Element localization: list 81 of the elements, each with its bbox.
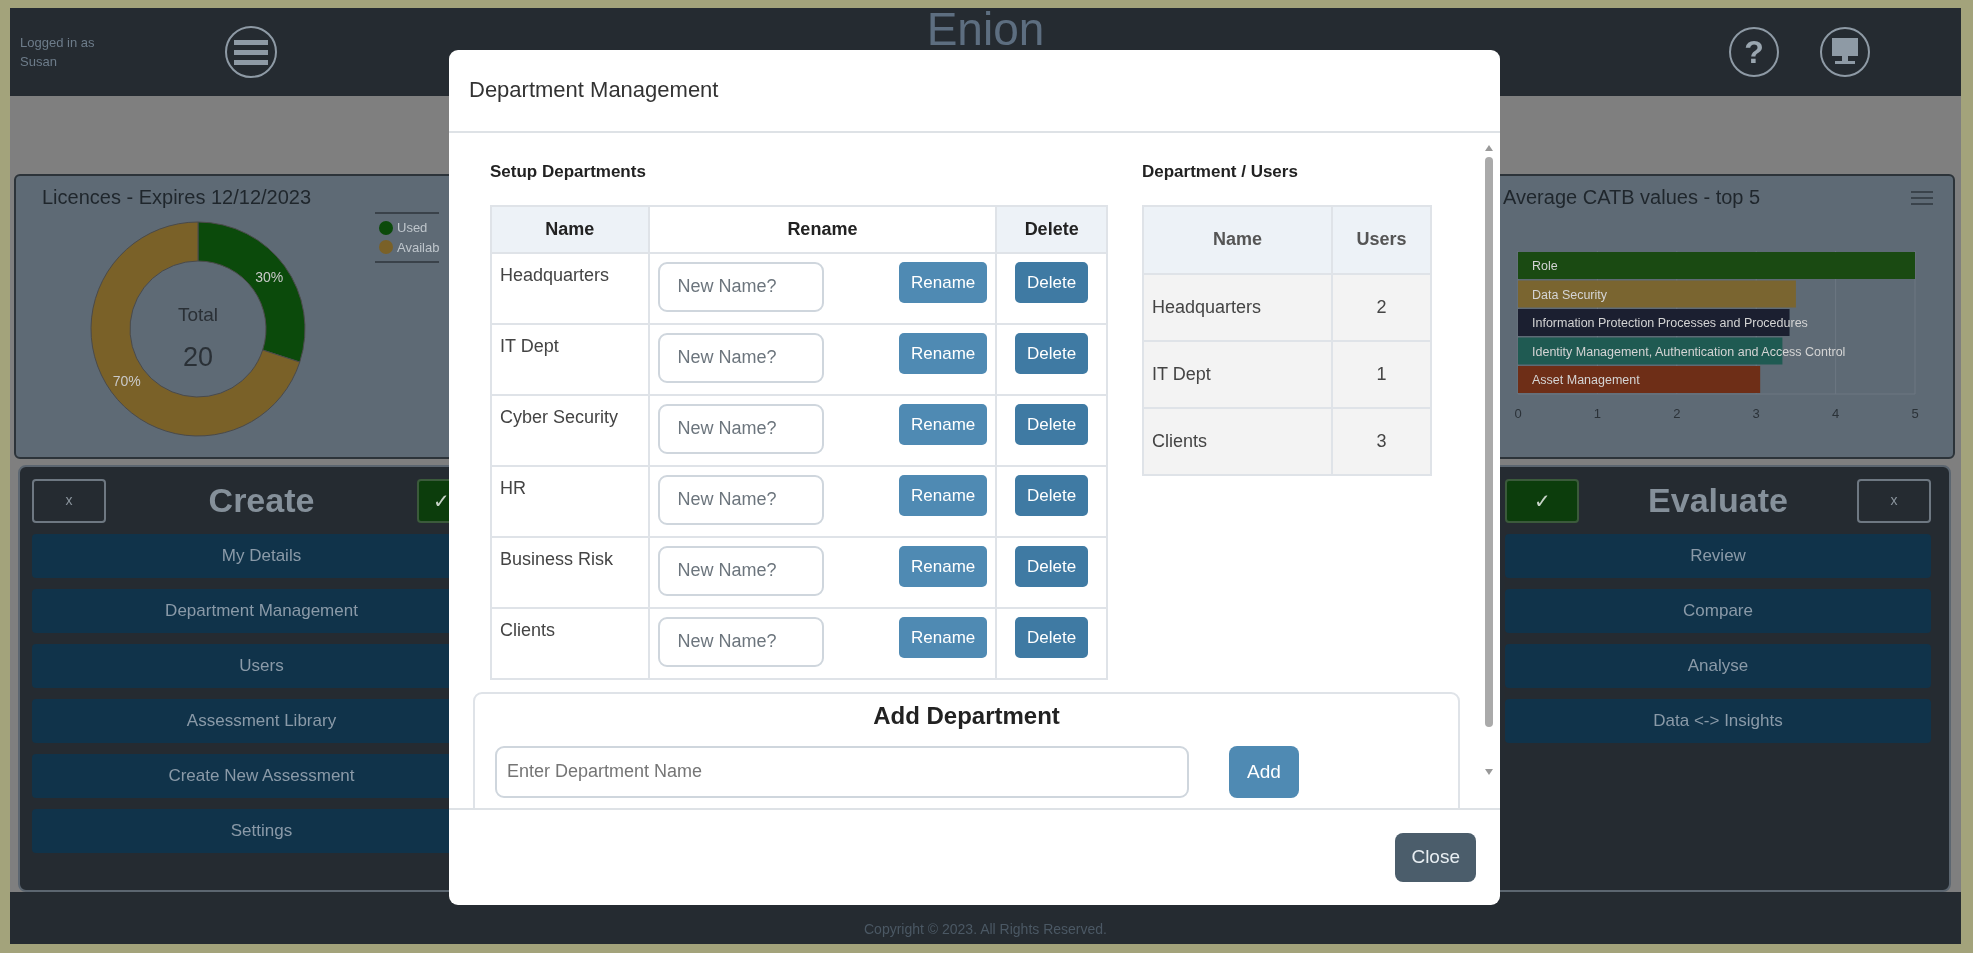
name-field[interactable]: New Name? [657,545,824,596]
evaluate-close-button[interactable]: x [1857,478,1931,523]
menu-button[interactable]: Compare [1505,589,1931,633]
axis-tick-label: 0 [1514,406,1522,421]
create-close-button[interactable]: x [32,478,106,523]
axis-tick-label: 2 [1673,406,1681,421]
panel-title: Evaluate [1648,480,1788,521]
table-cell: IT Dept [1143,340,1332,408]
labeled-bar: Role [1518,252,1915,279]
table-cell: Clients [1143,407,1332,475]
name-field[interactable]: New Name? [657,332,824,383]
table-cell: Business Risk [491,536,649,608]
menu-button[interactable]: Analyse [1505,644,1931,688]
help-button[interactable]: ? [1729,27,1779,77]
legend-label: Availab [397,238,440,257]
support-monitor-icon[interactable] [1819,26,1871,78]
delete-button[interactable]: Delete [1015,261,1089,303]
user-name: Susan [20,53,58,71]
series-label: Asset Management [1532,373,1641,387]
section-heading: Add Department [872,700,1061,731]
name-field[interactable]: New Name? [657,616,824,667]
rename-button[interactable]: Rename [899,261,988,303]
table-cell: Headquarters [491,252,649,324]
table-cell: HR [491,465,649,537]
rename-button[interactable]: Rename [899,545,988,587]
axis-tick-label: 1 [1593,406,1601,421]
column-header: Delete [996,205,1107,253]
chart-title: Average CATB values - top 5 [1503,185,1761,210]
delete-button[interactable]: Delete [1015,474,1089,516]
close-button[interactable]: Close [1395,833,1476,882]
chart-title: Licences - Expires 12/12/2023 [42,185,312,210]
table-cell: Headquarters [1143,273,1332,341]
data-label: 30% [255,269,284,286]
modal-title: Department Management [469,77,719,104]
rename-button[interactable]: Rename [899,616,988,658]
section-heading: Department / Users [1142,161,1299,183]
evaluate-confirm-button[interactable]: ✓ [1505,478,1579,523]
section-heading: Setup Departments [490,161,647,183]
name-field[interactable]: New Name? [657,261,824,312]
delete-button[interactable]: Delete [1015,332,1089,374]
column-header: Name [1143,205,1332,274]
name-field[interactable]: New Name? [657,403,824,454]
rename-button[interactable]: Rename [899,403,988,445]
table-cell: 3 [1331,407,1431,475]
rename-button[interactable]: Rename [899,474,988,516]
menu-icon[interactable] [224,25,279,79]
name-field[interactable]: New Name? [657,474,824,525]
series-label: Role [1532,259,1558,273]
data-label: 70% [112,372,141,389]
app-title: Enion [926,8,1045,55]
table-cell: 1 [1331,340,1431,408]
labeled-bar: Information Protection Processes and Procedures [1518,309,1808,336]
column-header: Users [1331,205,1431,274]
labeled-bar: Identity Management, Authentication and Access Control [1518,337,1846,365]
panel-title: Create [208,480,315,521]
table-cell: Clients [491,607,649,679]
logged-in-label: Logged in as [20,33,95,52]
axis-tick-label: 5 [1911,406,1919,421]
rename-button[interactable]: Rename [899,332,988,374]
delete-button[interactable]: Delete [1015,545,1089,587]
labeled-bar: Data Security [1518,280,1796,308]
table-cell: IT Dept [491,323,649,395]
add-button[interactable]: Add [1229,745,1299,798]
series-label: Identity Management, Authentication and Access Control [1532,344,1846,359]
menu-button[interactable]: Data <-> Insights [1505,699,1931,743]
axis-tick-label: 3 [1752,406,1760,421]
column-header: Rename [648,205,997,253]
total-label: Total [177,304,219,325]
table-cell: 2 [1331,273,1431,341]
delete-button[interactable]: Delete [1015,403,1089,445]
labeled-bar: Asset Management [1518,366,1761,393]
delete-button[interactable]: Delete [1015,616,1089,658]
legend-label: Used [397,219,428,237]
menu-button[interactable]: Review [1505,534,1931,578]
column-header: Name [491,205,649,253]
series-label: Data Security [1532,287,1608,302]
axis-tick-label: 4 [1832,406,1840,421]
department-name-field[interactable]: Enter Department Name [495,745,1189,798]
table-cell: Cyber Security [491,394,649,466]
total-value: 20 [183,342,213,372]
series-label: Information Protection Processes and Procedures [1532,316,1808,330]
